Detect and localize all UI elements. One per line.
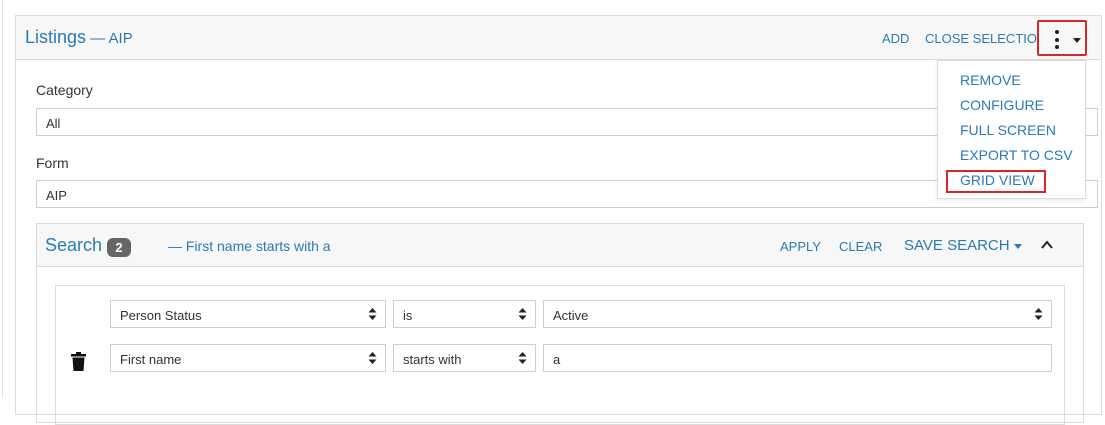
panel-title: Listings — AIP (25, 27, 133, 48)
form-label: Form (36, 155, 69, 171)
add-button[interactable]: ADD (882, 31, 909, 46)
criterion-value-text: Active (553, 308, 589, 323)
sort-arrows-icon (368, 352, 377, 364)
criterion-value-select[interactable]: Active (543, 300, 1052, 328)
search-title: Search (45, 235, 103, 255)
criterion-field-select[interactable]: First name (110, 344, 386, 372)
kebab-icon (1055, 30, 1060, 50)
criterion-operator-value: is (403, 308, 413, 323)
sort-arrows-icon (368, 308, 377, 320)
sort-arrows-icon (1034, 308, 1043, 320)
more-options-button[interactable] (1037, 20, 1087, 56)
sort-arrows-icon (518, 308, 527, 320)
clear-button[interactable]: CLEAR (839, 239, 882, 254)
criterion-operator-value: starts with (403, 352, 462, 367)
search-count-badge: 2 (107, 238, 131, 257)
trash-icon[interactable] (71, 352, 86, 371)
criteria-list: Person Status is Active First name start… (55, 285, 1065, 425)
panel-title-main: Listings (25, 27, 87, 47)
category-label: Category (36, 82, 93, 98)
panel-title-suffix: — AIP (86, 30, 133, 47)
chevron-up-icon[interactable] (1039, 237, 1055, 253)
menu-item-remove[interactable]: REMOVE (960, 72, 1021, 88)
panel-header: Listings — AIP ADD CLOSE SELECTION (16, 16, 1101, 60)
left-border (0, 0, 3, 398)
search-panel: Search 2 — First name starts with a APPL… (36, 223, 1084, 425)
save-search-button[interactable]: SAVE SEARCH (904, 237, 1022, 254)
criterion-operator-select[interactable]: is (393, 300, 536, 328)
menu-item-export-csv[interactable]: EXPORT TO CSV (960, 147, 1073, 163)
criterion-field-value: First name (120, 352, 182, 367)
criterion-field-value: Person Status (120, 308, 202, 323)
criterion-value-input[interactable]: a (543, 344, 1052, 372)
chevron-down-icon (1073, 38, 1081, 43)
save-search-label: SAVE SEARCH (904, 237, 1010, 254)
grid-view-highlight (946, 170, 1046, 193)
close-selection-button[interactable]: CLOSE SELECTION (925, 31, 1046, 46)
apply-button[interactable]: APPLY (780, 239, 821, 254)
search-description: — First name starts with a (168, 238, 331, 254)
criterion-field-select[interactable]: Person Status (110, 300, 386, 328)
menu-item-configure[interactable]: CONFIGURE (960, 97, 1044, 113)
search-header: Search 2 — First name starts with a APPL… (37, 224, 1083, 267)
more-options-menu: REMOVE CONFIGURE FULL SCREEN EXPORT TO C… (937, 60, 1086, 199)
caret-down-icon (1013, 243, 1022, 249)
sort-arrows-icon (518, 352, 527, 364)
menu-item-full-screen[interactable]: FULL SCREEN (960, 122, 1056, 138)
criterion-operator-select[interactable]: starts with (393, 344, 536, 372)
